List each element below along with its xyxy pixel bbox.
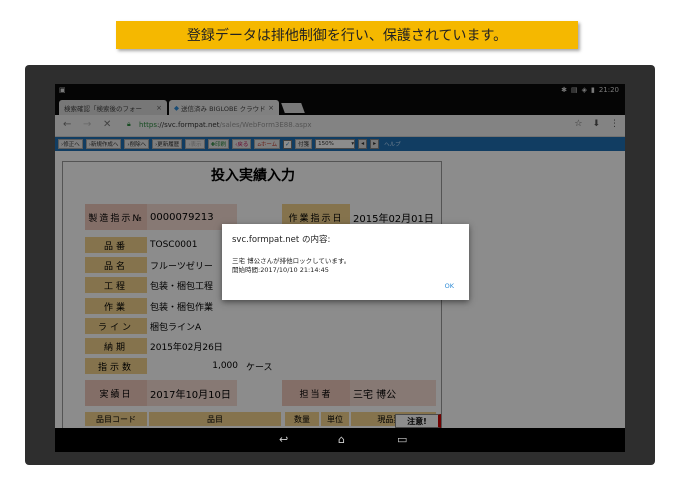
home-icon[interactable]: ⌂ xyxy=(338,433,345,446)
dialog-start-time: 開始時間:2017/10/10 21:14:45 xyxy=(232,266,329,274)
banner-text: 登録データは排他制御を行い、保護されています。 xyxy=(186,28,508,44)
back-icon[interactable]: ↩ xyxy=(279,433,288,446)
tablet-screen: ▣ ✱ ▤ ◈ ▮ 21:20 検索確認「検索後のフォー × ◆ 送信済み BI… xyxy=(55,84,625,452)
alert-dialog: svc.formpat.net の内容: 三宅 博公さんが排他ロックしています。… xyxy=(222,224,469,300)
ok-button[interactable]: OK xyxy=(445,282,454,290)
tablet-frame: ▣ ✱ ▤ ◈ ▮ 21:20 検索確認「検索後のフォー × ◆ 送信済み BI… xyxy=(25,65,655,465)
dialog-title: svc.formpat.net の内容: xyxy=(232,235,331,245)
android-nav-bar: ↩ ⌂ ▭ xyxy=(55,428,625,452)
banner: 登録データは排他制御を行い、保護されています。 xyxy=(116,21,578,49)
recents-icon[interactable]: ▭ xyxy=(397,433,407,446)
